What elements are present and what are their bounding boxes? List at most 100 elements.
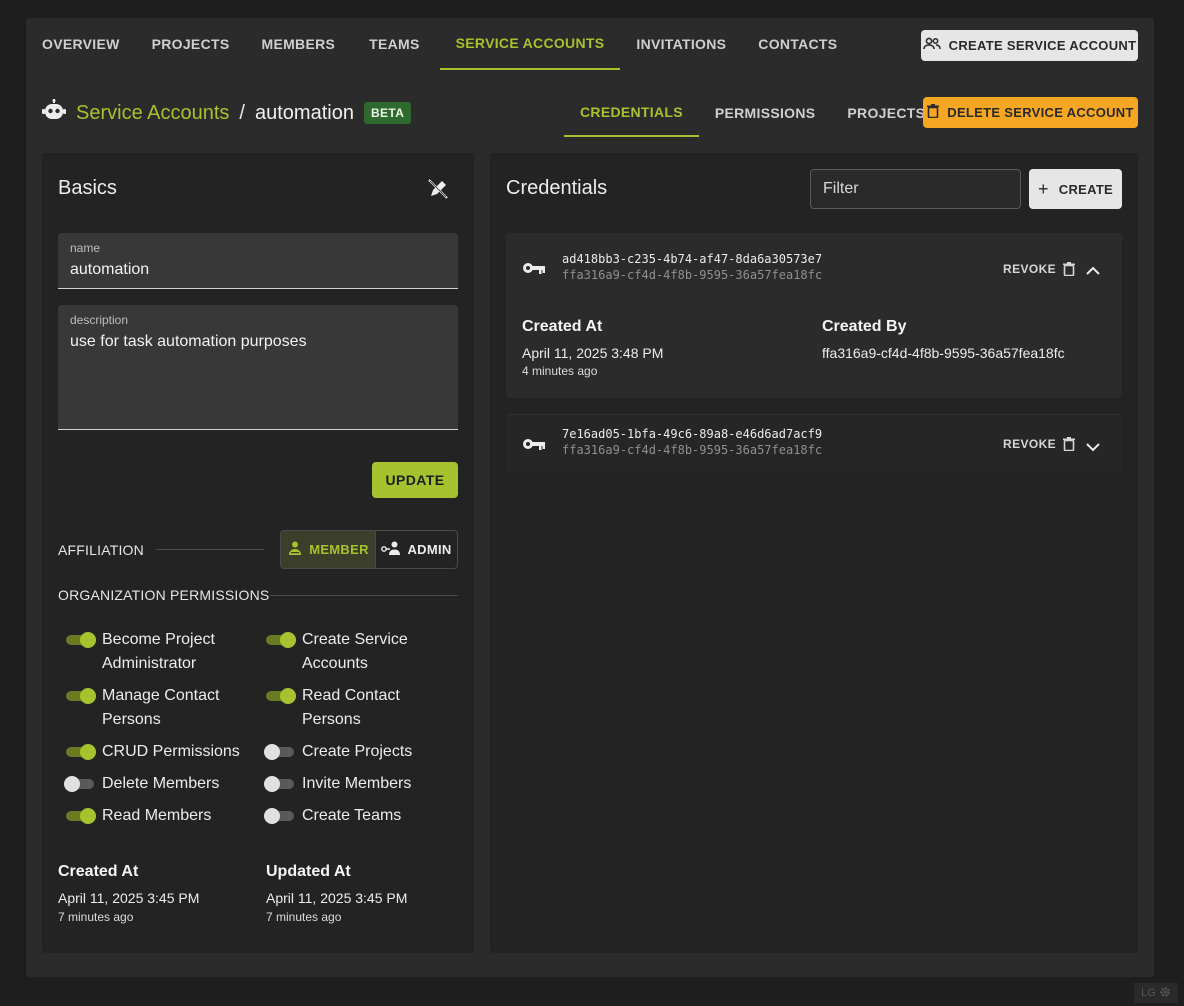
credential-created-by-value: ffa316a9-cf4d-4f8b-9595-36a57fea18fc	[822, 345, 1065, 361]
credential-created-by-heading: Created By	[822, 318, 907, 335]
permission-switch[interactable]	[266, 684, 296, 708]
created-at-heading: Created At	[58, 863, 139, 880]
breadcrumb: Service Accounts / automation BETA	[42, 99, 412, 127]
sub-nav: CREDENTIALS PERMISSIONS PROJECTS	[564, 88, 941, 137]
affiliation-member-label: MEMBER	[309, 542, 369, 557]
permission-switch[interactable]	[264, 804, 294, 828]
revoke-button[interactable]: REVOKE	[1003, 437, 1056, 451]
tab-contacts[interactable]: CONTACTS	[742, 18, 853, 70]
description-field[interactable]: description use for task automation purp…	[58, 305, 458, 430]
robot-icon	[42, 99, 66, 127]
permission-switch[interactable]	[66, 740, 96, 764]
permission-label: Delete Members	[102, 775, 220, 792]
permission-read-contact-persons: Read Contact Persons	[266, 684, 436, 732]
tab-permissions[interactable]: PERMISSIONS	[699, 88, 832, 137]
description-field-label: description	[70, 313, 129, 327]
permission-switch[interactable]	[264, 772, 294, 796]
affiliation-admin-option[interactable]: ADMIN	[376, 531, 457, 568]
credentials-card: Credentials + CREATE ad418bb3-c235-4b74-…	[490, 153, 1138, 953]
permission-become-project-administrator: Become Project Administrator	[66, 628, 242, 676]
org-permissions-label: ORGANIZATION PERMISSIONS	[58, 587, 270, 603]
credential-created-at-heading: Created At	[522, 318, 603, 335]
created-at-relative: 7 minutes ago	[58, 910, 134, 924]
name-field[interactable]: name automation	[58, 233, 458, 289]
credential-item: ad418bb3-c235-4b74-af47-8da6a30573e7 ffa…	[506, 233, 1122, 398]
affiliation-admin-label: ADMIN	[407, 542, 452, 557]
permission-create-teams: Create Teams	[264, 804, 456, 828]
member-icon	[287, 540, 303, 559]
updated-at-relative: 7 minutes ago	[266, 910, 342, 924]
chevron-down-icon[interactable]	[1086, 439, 1100, 457]
tab-service-accounts[interactable]: SERVICE ACCOUNTS	[439, 18, 621, 70]
permission-invite-members: Invite Members	[264, 772, 456, 796]
users-icon	[922, 37, 941, 54]
credential-id: 7e16ad05-1bfa-49c6-89a8-e46d6ad7acf9	[562, 427, 823, 441]
edit-off-icon[interactable]	[427, 178, 449, 205]
chevron-up-icon[interactable]	[1086, 263, 1100, 281]
permission-crud-permissions: CRUD Permissions	[66, 740, 256, 764]
update-button[interactable]: UPDATE	[372, 462, 458, 498]
delete-service-account-label: DELETE SERVICE ACCOUNT	[947, 105, 1134, 120]
affiliation-divider	[156, 549, 264, 550]
watermark-text: LG	[1141, 987, 1156, 999]
permission-create-service-accounts: Create Service Accounts	[266, 628, 456, 676]
permission-create-projects: Create Projects	[264, 740, 456, 764]
delete-service-account-button[interactable]: DELETE SERVICE ACCOUNT	[923, 97, 1138, 128]
updated-at-value: April 11, 2025 3:45 PM	[266, 890, 408, 906]
credential-created-at-relative: 4 minutes ago	[522, 364, 598, 378]
permission-label: Invite Members	[302, 775, 412, 792]
credential-owner: ffa316a9-cf4d-4f8b-9595-36a57fea18fc	[562, 268, 823, 282]
credential-id: ad418bb3-c235-4b74-af47-8da6a30573e7	[562, 252, 823, 266]
tab-credentials[interactable]: CREDENTIALS	[564, 88, 699, 137]
create-service-account-label: CREATE SERVICE ACCOUNT	[948, 38, 1137, 53]
watermark: LG	[1134, 983, 1178, 1003]
permission-manage-contact-persons: Manage Contact Persons	[66, 684, 242, 732]
permission-switch[interactable]	[266, 628, 296, 652]
name-field-label: name	[70, 241, 101, 255]
tab-projects[interactable]: PROJECTS	[136, 18, 246, 70]
permission-delete-members: Delete Members	[64, 772, 256, 796]
credentials-filter-input[interactable]	[810, 169, 1021, 209]
affiliation-label: AFFILIATION	[58, 542, 144, 558]
permission-label: Create Teams	[302, 807, 402, 824]
credentials-title: Credentials	[506, 177, 608, 199]
basics-title: Basics	[58, 177, 117, 199]
tab-overview[interactable]: OVERVIEW	[26, 18, 136, 70]
updated-at-heading: Updated At	[266, 863, 351, 880]
breadcrumb-service-accounts-link[interactable]: Service Accounts	[76, 102, 229, 125]
permission-label: Create Projects	[302, 743, 413, 760]
permission-label: Read Members	[102, 807, 212, 824]
create-credential-button[interactable]: + CREATE	[1029, 169, 1122, 209]
revoke-button[interactable]: REVOKE	[1003, 262, 1056, 276]
key-icon	[522, 261, 546, 280]
gear-icon	[1159, 986, 1171, 1001]
credential-item: 7e16ad05-1bfa-49c6-89a8-e46d6ad7acf9 ffa…	[506, 414, 1122, 472]
permission-read-members: Read Members	[66, 804, 256, 828]
breadcrumb-current: automation	[254, 101, 354, 124]
tab-members[interactable]: MEMBERS	[245, 18, 351, 70]
tab-teams[interactable]: TEAMS	[351, 18, 440, 70]
admin-icon	[381, 540, 401, 559]
affiliation-member-option[interactable]: MEMBER	[281, 531, 376, 568]
permission-label: CRUD Permissions	[102, 743, 240, 760]
trash-icon[interactable]	[1063, 262, 1075, 281]
affiliation-toggle: MEMBER ADMIN	[280, 530, 458, 569]
permission-switch[interactable]	[66, 628, 96, 652]
name-field-value: automation	[70, 261, 150, 278]
permission-switch[interactable]	[264, 740, 294, 764]
tab-invitations[interactable]: INVITATIONS	[620, 18, 742, 70]
permission-label: Manage Contact Persons	[102, 687, 220, 728]
permission-label: Become Project Administrator	[102, 631, 215, 672]
permission-switch[interactable]	[64, 772, 94, 796]
permission-switch[interactable]	[66, 804, 96, 828]
plus-icon: +	[1037, 179, 1049, 199]
trash-icon[interactable]	[1063, 437, 1075, 456]
create-service-account-button[interactable]: CREATE SERVICE ACCOUNT	[921, 30, 1138, 61]
beta-badge: BETA	[363, 102, 412, 124]
key-icon	[522, 437, 546, 456]
created-at-value: April 11, 2025 3:45 PM	[58, 890, 200, 906]
permission-label: Read Contact Persons	[302, 687, 400, 728]
credential-created-at-value: April 11, 2025 3:48 PM	[522, 345, 664, 361]
permission-label: Create Service Accounts	[302, 631, 408, 672]
permission-switch[interactable]	[66, 684, 96, 708]
